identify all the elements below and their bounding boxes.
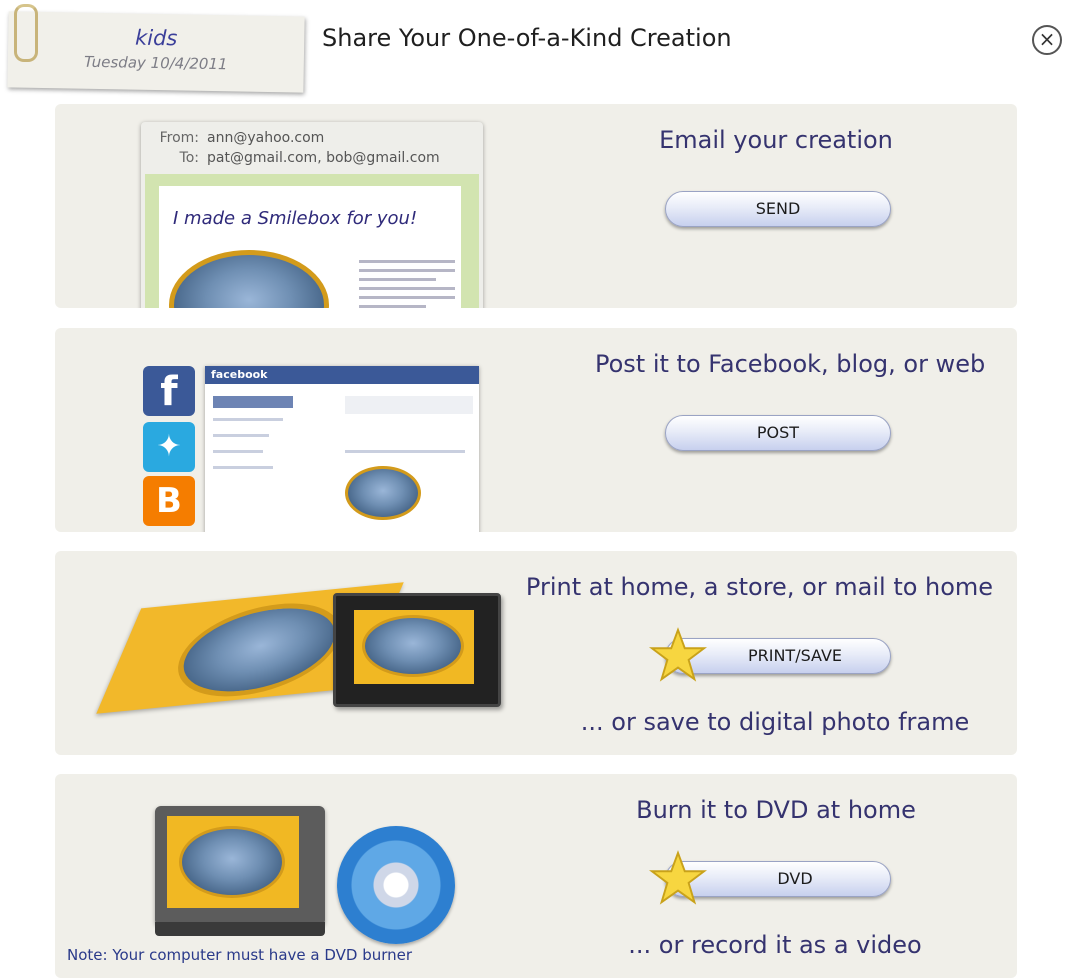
email-from: ann@yahoo.com — [207, 130, 325, 146]
star-icon — [649, 850, 707, 905]
blogger-icon: B — [143, 476, 195, 526]
kids-photo — [169, 250, 329, 308]
facebook-post-photo — [345, 466, 421, 520]
post-button[interactable]: POST — [665, 415, 891, 451]
print-heading: Print at home, a store, or mail to home — [525, 573, 994, 601]
project-note-card: kids Tuesday 10/4/2011 — [7, 11, 305, 93]
dvd-disc-image — [337, 826, 455, 944]
dvd-heading: Burn it to DVD at home — [636, 796, 916, 824]
project-name: kids — [134, 25, 178, 51]
facebook-preview-image: facebook — [205, 366, 479, 532]
facebook-bar: facebook — [205, 366, 479, 384]
email-card: I made a Smilebox for you! — [145, 174, 479, 308]
dvd-subtext: ... or record it as a video — [628, 931, 922, 959]
photo-frame-image — [333, 593, 501, 707]
facebook-icon: f — [143, 366, 195, 416]
close-button[interactable]: × — [1032, 25, 1062, 55]
twitter-icon: ✦ — [143, 422, 195, 472]
dvd-note: Note: Your computer must have a DVD burn… — [67, 946, 413, 964]
print-subtext: ... or save to digital photo frame — [580, 708, 970, 736]
post-panel: f ✦ B facebook Post it to Facebook, blog… — [55, 328, 1017, 532]
send-button[interactable]: SEND — [665, 191, 891, 227]
star-icon — [649, 627, 707, 682]
print-panel: Print at home, a store, or mail to home … — [55, 551, 1017, 755]
email-to: pat@gmail.com, bob@gmail.com — [207, 150, 440, 166]
email-header: From: ann@yahoo.com To: pat@gmail.com, bob… — [159, 130, 440, 166]
email-heading: Email your creation — [659, 126, 893, 154]
email-preview-image: From: ann@yahoo.com To: pat@gmail.com, bob… — [141, 122, 483, 308]
dvd-panel: Note: Your computer must have a DVD burn… — [55, 774, 1017, 978]
paperclip-icon — [14, 4, 38, 62]
email-panel: From: ann@yahoo.com To: pat@gmail.com, bob… — [55, 104, 1017, 308]
card-body-lines — [359, 254, 455, 308]
tv-image — [155, 806, 325, 936]
project-date: Tuesday 10/4/2011 — [83, 52, 228, 74]
card-text: I made a Smilebox for you! — [173, 208, 418, 229]
post-heading: Post it to Facebook, blog, or web — [595, 350, 986, 378]
page-title: Share Your One-of-a-Kind Creation — [322, 24, 732, 52]
